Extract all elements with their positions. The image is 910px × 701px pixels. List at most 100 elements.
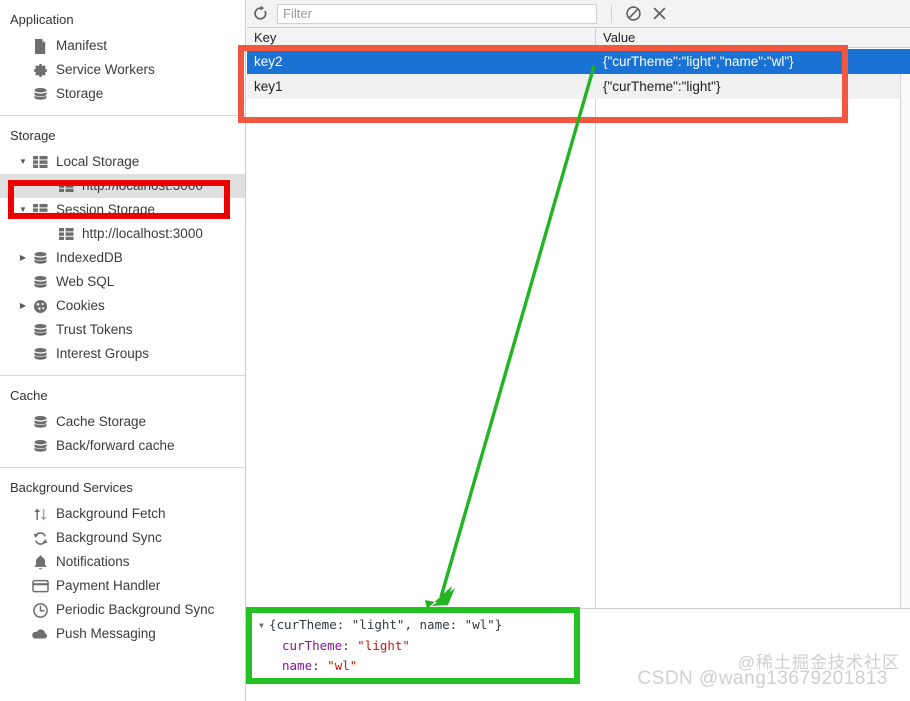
- sidebar-item-http-localhost-3000[interactable]: http://localhost:3000: [0, 222, 245, 246]
- clock-icon: [30, 600, 50, 620]
- sidebar-section-title: Storage: [10, 128, 56, 143]
- row-value-cell[interactable]: {"curTheme":"light"}: [596, 74, 906, 99]
- sidebar-section-title: Cache: [10, 388, 48, 403]
- sidebar-item-label: IndexedDB: [56, 250, 123, 265]
- column-header-value[interactable]: Value: [595, 28, 910, 48]
- sidebar-section: Application Manifest Service Workers Storag…: [0, 0, 245, 116]
- chevron-right-icon[interactable]: ▶: [16, 246, 30, 270]
- filter-input[interactable]: [277, 3, 597, 24]
- table-row[interactable]: key2 {"curTheme":"light","name":"wl"}: [247, 49, 900, 74]
- sidebar-item-service-workers[interactable]: Service Workers: [0, 58, 245, 82]
- toolbar-divider: [611, 4, 612, 23]
- sidebar-item-label: Background Sync: [56, 530, 162, 545]
- sidebar-item-label: Local Storage: [56, 154, 140, 169]
- sidebar-item-label: Push Messaging: [56, 626, 156, 641]
- cloud-icon: [30, 624, 50, 644]
- sidebar-item-label: Background Fetch: [56, 506, 166, 521]
- column-divider[interactable]: [595, 49, 596, 608]
- sidebar-item-local-storage[interactable]: ▼ Local Storage: [0, 150, 245, 174]
- sidebar-item-label: Payment Handler: [56, 578, 161, 593]
- database-icon: [30, 412, 50, 432]
- refresh-icon[interactable]: [247, 1, 273, 27]
- storage-table-header: Key Value: [247, 28, 910, 48]
- sidebar-item-session-storage[interactable]: ▼ Session Storage: [0, 198, 245, 222]
- sidebar-item-back-forward-cache[interactable]: Back/forward cache: [0, 434, 245, 458]
- sidebar-item-label: Session Storage: [56, 202, 156, 217]
- sidebar-section: Background Services Background Fetch Backg…: [0, 468, 245, 655]
- table-icon: [56, 176, 76, 196]
- sidebar-item-label: Service Workers: [56, 62, 155, 77]
- card-icon: [30, 576, 50, 596]
- row-key-cell[interactable]: key1: [247, 74, 595, 99]
- column-header-key[interactable]: Key: [247, 28, 595, 48]
- row-value-cell[interactable]: {"curTheme":"light","name":"wl"}: [596, 49, 906, 74]
- sidebar-section: Cache Cache Storage Back/forward cache: [0, 376, 245, 468]
- updown-arrows-icon: [30, 504, 50, 524]
- sidebar-item-payment-handler[interactable]: Payment Handler: [0, 574, 245, 598]
- sidebar-item-indexeddb[interactable]: ▶ IndexedDB: [0, 246, 245, 270]
- database-icon: [30, 84, 50, 104]
- table-icon: [30, 200, 50, 220]
- value-preview-panel: ▼ {curTheme: "light", name: "wl"} curThem…: [247, 608, 910, 701]
- devtools-application-panel: Application Manifest Service Workers Storag…: [0, 0, 910, 701]
- sidebar-item-label: http://localhost:3000: [82, 226, 203, 241]
- chevron-down-icon[interactable]: ▼: [16, 150, 30, 174]
- sidebar-item-label: Back/forward cache: [56, 438, 175, 453]
- sidebar-section-title: Background Services: [10, 480, 133, 495]
- row-key-cell[interactable]: key2: [247, 49, 595, 74]
- preview-entry-value: "light": [357, 637, 410, 653]
- sidebar-item-background-fetch[interactable]: Background Fetch: [0, 502, 245, 526]
- preview-summary-line[interactable]: ▼ {curTheme: "light", name: "wl"}: [247, 609, 910, 636]
- application-sidebar: Application Manifest Service Workers Storag…: [0, 0, 246, 701]
- sidebar-item-web-sql[interactable]: Web SQL: [0, 270, 245, 294]
- sidebar-item-label: Interest Groups: [56, 346, 150, 361]
- sidebar-section-title: Application: [10, 12, 74, 27]
- sidebar-item-trust-tokens[interactable]: Trust Tokens: [0, 318, 245, 342]
- sidebar-item-notifications[interactable]: Notifications: [0, 550, 245, 574]
- preview-entry-colon: :: [342, 637, 358, 653]
- storage-main-panel: Key Value key2 {"curTheme":"light","name…: [247, 0, 910, 701]
- chevron-right-icon[interactable]: ▶: [16, 294, 30, 318]
- no-entry-icon[interactable]: [620, 1, 646, 27]
- sidebar-item-manifest[interactable]: Manifest: [0, 34, 245, 58]
- sidebar-item-background-sync[interactable]: Background Sync: [0, 526, 245, 550]
- sidebar-item-label: Cookies: [56, 298, 105, 313]
- storage-toolbar: [247, 0, 910, 28]
- sidebar-item-push-messaging[interactable]: Push Messaging: [0, 622, 245, 646]
- database-icon: [30, 320, 50, 340]
- sidebar-item-label: Storage: [56, 86, 104, 101]
- preview-entry: curTheme: "light": [247, 636, 910, 656]
- preview-entry-colon: :: [312, 657, 328, 673]
- preview-entry-value: "wl": [327, 657, 358, 673]
- table-icon: [56, 224, 76, 244]
- sidebar-item-storage[interactable]: Storage: [0, 82, 245, 106]
- chevron-down-icon[interactable]: ▼: [16, 198, 30, 222]
- database-icon: [30, 248, 50, 268]
- close-x-icon[interactable]: [646, 1, 672, 27]
- gear-icon: [30, 60, 50, 80]
- document-icon: [30, 36, 50, 56]
- database-icon: [30, 272, 50, 292]
- sidebar-item-label: Web SQL: [56, 274, 115, 289]
- sync-icon: [30, 528, 50, 548]
- database-icon: [30, 344, 50, 364]
- preview-entry-key: name: [282, 657, 313, 673]
- sidebar-item-label: Cache Storage: [56, 414, 147, 429]
- sidebar-item-label: Manifest: [56, 38, 108, 53]
- sidebar-item-http-localhost-3000[interactable]: http://localhost:3000: [0, 174, 245, 198]
- table-icon: [30, 152, 50, 172]
- storage-table-body: key2 {"curTheme":"light","name":"wl"} ke…: [247, 49, 910, 608]
- chevron-down-icon[interactable]: ▼: [259, 616, 269, 636]
- database-icon: [30, 436, 50, 456]
- preview-entry: name: "wl": [247, 656, 910, 676]
- sidebar-item-periodic-background-sync[interactable]: Periodic Background Sync: [0, 598, 245, 622]
- sidebar-item-cache-storage[interactable]: Cache Storage: [0, 410, 245, 434]
- preview-summary-text: {curTheme: "light", name: "wl"}: [269, 617, 503, 632]
- table-right-gutter-selected: [900, 49, 910, 74]
- sidebar-item-interest-groups[interactable]: Interest Groups: [0, 342, 245, 366]
- table-row[interactable]: key1 {"curTheme":"light"}: [247, 74, 900, 99]
- cookie-icon: [30, 296, 50, 316]
- sidebar-item-label: http://localhost:3000: [82, 178, 203, 193]
- sidebar-item-label: Trust Tokens: [56, 322, 133, 337]
- sidebar-item-cookies[interactable]: ▶ Cookies: [0, 294, 245, 318]
